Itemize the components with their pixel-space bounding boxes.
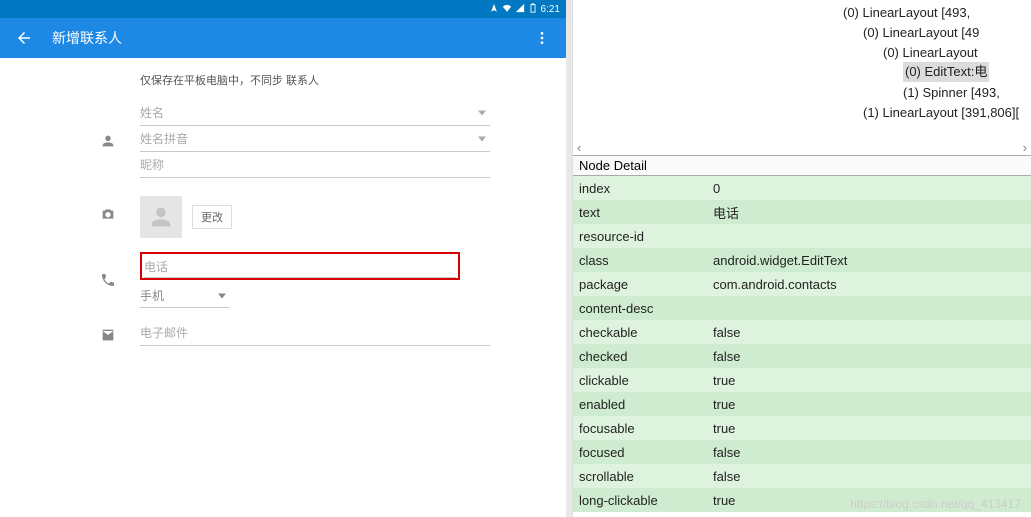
- property-row[interactable]: enabledtrue: [573, 392, 1031, 416]
- status-bar: 6:21: [0, 0, 566, 18]
- tree-node[interactable]: (0) LinearLayout [49: [863, 22, 1031, 42]
- property-row[interactable]: long-clickabletrue: [573, 488, 1031, 512]
- property-value: 0: [713, 181, 1031, 196]
- property-value: true: [713, 373, 1031, 388]
- signal-icon: [515, 3, 525, 16]
- email-icon: [100, 327, 116, 348]
- property-key: checked: [573, 349, 713, 364]
- phone-type-spinner[interactable]: 手机: [140, 284, 230, 308]
- property-value: com.android.contacts: [713, 277, 1031, 292]
- property-row[interactable]: text电话: [573, 200, 1031, 224]
- property-row[interactable]: packagecom.android.contacts: [573, 272, 1031, 296]
- node-properties-table[interactable]: index0text电话resource-idclassandroid.widg…: [573, 176, 1031, 517]
- property-key: package: [573, 277, 713, 292]
- email-input[interactable]: 电子邮件: [140, 320, 490, 346]
- nickname-input[interactable]: 昵称: [140, 152, 490, 178]
- back-button[interactable]: [14, 28, 34, 48]
- property-row[interactable]: scrollablefalse: [573, 464, 1031, 488]
- property-key: long-clickable: [573, 493, 713, 508]
- property-value: android.widget.EditText: [713, 253, 1031, 268]
- property-value: 电话: [713, 203, 1031, 222]
- property-row[interactable]: clickabletrue: [573, 368, 1031, 392]
- property-value: true: [713, 493, 1031, 508]
- property-row[interactable]: checkablefalse: [573, 320, 1031, 344]
- sync-note: 仅保存在平板电脑中，不同步 联系人: [140, 72, 490, 88]
- highlighted-phone-field: 电话: [140, 252, 460, 280]
- property-key: clickable: [573, 373, 713, 388]
- overflow-menu-button[interactable]: [532, 28, 552, 48]
- property-key: checkable: [573, 325, 713, 340]
- wifi-icon: [502, 3, 512, 16]
- property-key: content-desc: [573, 301, 713, 316]
- property-row[interactable]: index0: [573, 176, 1031, 200]
- ui-hierarchy-tree[interactable]: (0) LinearLayout [493,(0) LinearLayout […: [573, 0, 1031, 140]
- property-key: enabled: [573, 397, 713, 412]
- camera-icon: [100, 206, 116, 227]
- person-icon: [100, 133, 116, 154]
- property-row[interactable]: checkedfalse: [573, 344, 1031, 368]
- page-title: 新增联系人: [52, 28, 122, 48]
- property-key: text: [573, 205, 713, 220]
- property-value: true: [713, 421, 1031, 436]
- property-value: true: [713, 397, 1031, 412]
- tree-node[interactable]: (1) Spinner [493,: [903, 82, 1031, 102]
- android-emulator-panel: 6:21 新增联系人 仅保存在平板电脑中，不同步 联系人 姓名 姓名拼音: [0, 0, 566, 517]
- contact-form: 仅保存在平板电脑中，不同步 联系人 姓名 姓名拼音 昵称: [0, 58, 566, 517]
- tree-node[interactable]: (1) LinearLayout [391,806][: [863, 102, 1031, 122]
- location-icon: [489, 3, 499, 16]
- inspector-panel: (0) LinearLayout [493,(0) LinearLayout […: [572, 0, 1031, 517]
- property-row[interactable]: resource-id: [573, 224, 1031, 248]
- property-key: scrollable: [573, 469, 713, 484]
- tree-node[interactable]: (0) LinearLayout [493,: [843, 2, 1031, 22]
- tree-node[interactable]: (0) LinearLayout: [883, 42, 1031, 62]
- property-row[interactable]: content-desc: [573, 296, 1031, 320]
- tree-node[interactable]: (0) EditText:电: [903, 62, 989, 82]
- phone-input[interactable]: 电话: [144, 256, 456, 278]
- name-input[interactable]: 姓名: [140, 100, 490, 126]
- property-row[interactable]: classandroid.widget.EditText: [573, 248, 1031, 272]
- property-key: focused: [573, 445, 713, 460]
- pinyin-input[interactable]: 姓名拼音: [140, 126, 490, 152]
- app-bar: 新增联系人: [0, 18, 566, 58]
- property-value: false: [713, 445, 1031, 460]
- property-value: false: [713, 349, 1031, 364]
- tree-scrollbar[interactable]: ‹›: [573, 140, 1031, 155]
- property-key: resource-id: [573, 229, 713, 244]
- node-detail-header: Node Detail: [573, 155, 1031, 176]
- property-key: class: [573, 253, 713, 268]
- property-key: focusable: [573, 421, 713, 436]
- property-row[interactable]: focusedfalse: [573, 440, 1031, 464]
- phone-icon: [100, 272, 116, 293]
- property-row[interactable]: focusabletrue: [573, 416, 1031, 440]
- change-photo-button[interactable]: 更改: [192, 205, 232, 229]
- status-time: 6:21: [541, 4, 560, 15]
- property-key: index: [573, 181, 713, 196]
- battery-icon: [528, 3, 538, 16]
- property-value: false: [713, 469, 1031, 484]
- property-value: false: [713, 325, 1031, 340]
- avatar[interactable]: [140, 196, 182, 238]
